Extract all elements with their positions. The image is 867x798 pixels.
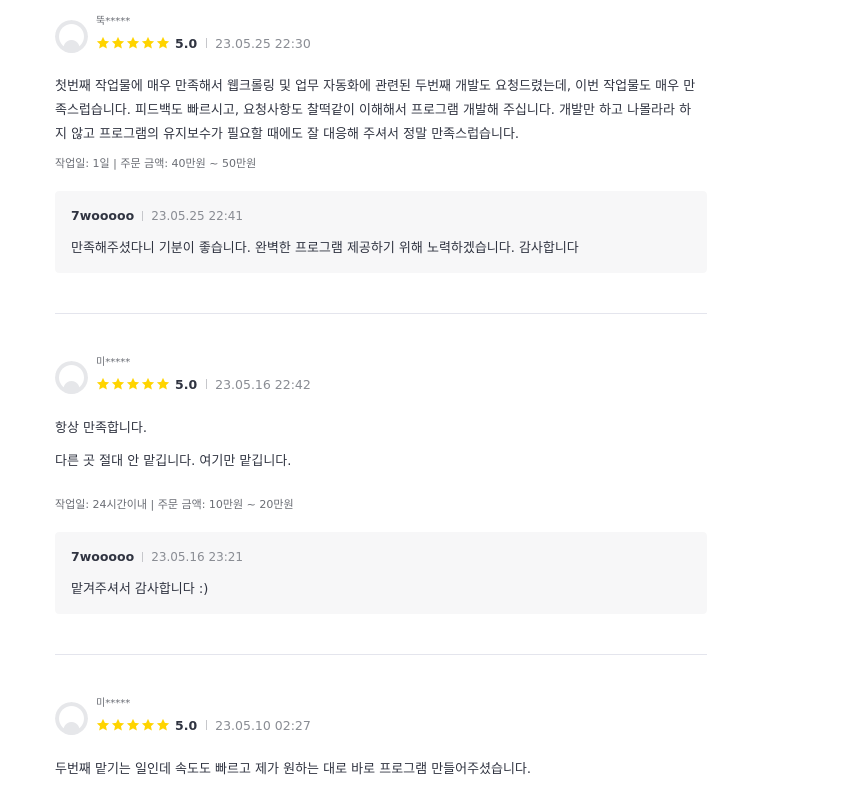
rating-row: 5.0 23.05.25 22:30 (96, 35, 311, 51)
order-info: 작업일: 1일 | 주문 금액: 40만원 ~ 50만원 (55, 157, 257, 170)
star-icon (111, 718, 125, 731)
review-text-line: 다른 곳 절대 안 맡깁니다. 여기만 맡깁니다. (55, 454, 292, 469)
review-date: 23.05.16 22:42 (215, 376, 311, 392)
review-text-line: 지 않고 프로그램의 유지보수가 필요할 때에도 잘 대응해 주셔서 정말 만족… (55, 127, 520, 142)
star-rating (96, 718, 171, 732)
review-meta: 미***** 5.0 23.05.10 02:27 (96, 698, 311, 733)
review-meta: 뚝***** 5.0 23.05.25 22:30 (96, 16, 311, 51)
review-date: 23.05.10 02:27 (215, 717, 311, 733)
star-icon (141, 377, 155, 390)
reply-date: 23.05.25 22:41 (151, 208, 244, 223)
reply-text: 만족해주셨다니 기분이 좋습니다. 완벽한 프로그램 제공하기 위해 노력하겠습… (71, 241, 579, 256)
reviewer-name: 뚝***** (96, 16, 131, 27)
user-avatar-icon (55, 361, 88, 394)
star-icon (126, 36, 140, 49)
star-icon (96, 36, 110, 49)
reply-header: 7wooooo 23.05.25 22:41 (71, 208, 243, 223)
seller-name: 7wooooo (71, 549, 135, 564)
rating-score: 5.0 (175, 376, 198, 392)
user-avatar-icon (55, 20, 88, 53)
user-avatar-icon (55, 702, 88, 735)
reply-date: 23.05.16 23:21 (151, 549, 244, 564)
separator (206, 379, 208, 389)
star-icon (96, 377, 110, 390)
seller-reply: 7wooooo 23.05.16 23:21 맡겨주셔서 감사합니다 :) (55, 532, 707, 614)
seller-name: 7wooooo (71, 208, 135, 223)
rating-score: 5.0 (175, 35, 198, 51)
star-icon (156, 36, 170, 49)
rating-row: 5.0 23.05.16 22:42 (96, 376, 311, 392)
review-divider (55, 654, 707, 655)
separator (206, 38, 208, 48)
star-icon (141, 36, 155, 49)
rating-row: 5.0 23.05.10 02:27 (96, 717, 311, 733)
review-text-line: 첫번째 작업물에 매우 만족해서 웹크롤링 및 업무 자동화에 관련된 두번째 … (55, 79, 696, 94)
review-meta: 미***** 5.0 23.05.16 22:42 (96, 357, 311, 392)
star-icon (111, 36, 125, 49)
review-content: 두번째 맡기는 일인데 속도도 빠르고 제가 원하는 대로 바로 프로그램 만들… (55, 758, 715, 782)
review-divider (55, 313, 707, 314)
star-icon (126, 377, 140, 390)
star-icon (141, 718, 155, 731)
review-content: 첫번째 작업물에 매우 만족해서 웹크롤링 및 업무 자동화에 관련된 두번째 … (55, 75, 715, 147)
reply-header: 7wooooo 23.05.16 23:21 (71, 549, 243, 564)
reply-text: 맡겨주셔서 감사합니다 :) (71, 582, 209, 597)
separator (206, 720, 208, 730)
reviewer-name: 미***** (96, 698, 131, 709)
review-text-line: 항상 만족합니다. (55, 421, 147, 436)
star-icon (111, 377, 125, 390)
seller-reply: 7wooooo 23.05.25 22:41 만족해주셨다니 기분이 좋습니다.… (55, 191, 707, 273)
review-content: 항상 만족합니다. 다른 곳 절대 안 맡깁니다. 여기만 맡깁니다. (55, 417, 715, 474)
separator (142, 210, 144, 221)
review-text-line: 두번째 맡기는 일인데 속도도 빠르고 제가 원하는 대로 바로 프로그램 만들… (55, 762, 532, 777)
star-rating (96, 377, 171, 391)
star-icon (156, 377, 170, 390)
star-icon (96, 718, 110, 731)
reviewer-name: 미***** (96, 357, 131, 368)
star-icon (156, 718, 170, 731)
review-date: 23.05.25 22:30 (215, 35, 311, 51)
review-text-line: 족스럽습니다. 피드백도 빠르시고, 요청사항도 찰떡같이 이해해서 프로그램 … (55, 103, 692, 118)
separator (142, 551, 144, 562)
review-text-blank (55, 441, 715, 450)
rating-score: 5.0 (175, 717, 198, 733)
star-icon (126, 718, 140, 731)
review-list: 뚝***** 5.0 23.05.25 22:30 첫번째 작업물에 매우 만족… (0, 0, 867, 798)
star-rating (96, 36, 171, 50)
order-info: 작업일: 24시간이내 | 주문 금액: 10만원 ~ 20만원 (55, 498, 294, 511)
